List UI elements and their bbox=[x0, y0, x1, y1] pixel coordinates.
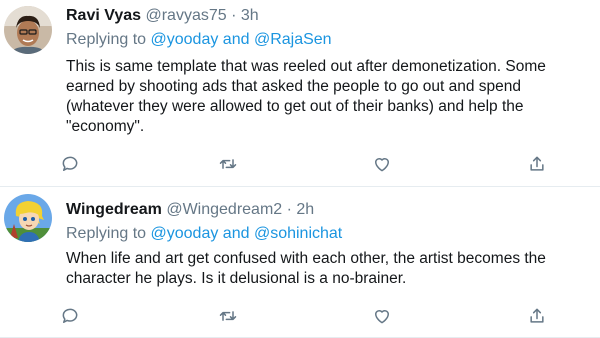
like-button[interactable] bbox=[370, 304, 394, 328]
tweet-text-line: "economy". bbox=[66, 118, 145, 135]
replying-to: Replying to @yooday and @RajaSen bbox=[66, 30, 332, 50]
share-icon bbox=[530, 156, 544, 171]
heart-icon bbox=[375, 158, 389, 172]
tweet[interactable]: Wingedream @Wingedream2 · 2h Replying to… bbox=[0, 186, 600, 338]
author-handle[interactable]: @ravyas75 bbox=[145, 7, 226, 24]
author-name[interactable]: Ravi Vyas bbox=[66, 7, 141, 24]
replying-to: Replying to @yooday and @sohinichat bbox=[66, 224, 342, 244]
separator: · bbox=[231, 7, 237, 24]
like-button[interactable] bbox=[370, 152, 394, 176]
replying-to-label: Replying to bbox=[66, 31, 147, 48]
reply-button[interactable] bbox=[58, 304, 82, 328]
avatar[interactable] bbox=[4, 194, 52, 242]
reply-icon bbox=[62, 308, 78, 323]
replying-to-label: Replying to bbox=[66, 225, 147, 242]
tweet-text: This is same template that was reeled ou… bbox=[66, 57, 600, 137]
share-icon bbox=[530, 308, 544, 323]
retweet-button[interactable] bbox=[216, 152, 240, 176]
tweet-text-line: character he plays. Is it delusional is … bbox=[66, 270, 407, 287]
retweet-icon bbox=[219, 311, 237, 321]
share-button[interactable] bbox=[525, 304, 549, 328]
mention-link[interactable]: @yooday bbox=[151, 31, 219, 48]
tweet-text: When life and art get confused with each… bbox=[66, 249, 600, 289]
avatar[interactable] bbox=[4, 6, 52, 54]
replying-to-and[interactable]: and bbox=[223, 225, 250, 242]
reply-button[interactable] bbox=[58, 152, 82, 176]
avatar-photo bbox=[4, 6, 52, 54]
heart-icon bbox=[375, 310, 389, 324]
timestamp[interactable]: 3h bbox=[241, 7, 259, 24]
share-button[interactable] bbox=[525, 152, 549, 176]
replying-to-and[interactable]: and bbox=[223, 31, 250, 48]
tweet-text-line: When life and art get confused with each… bbox=[66, 250, 546, 267]
mention-link[interactable]: @RajaSen bbox=[254, 31, 332, 48]
tweet-text-line: earned by shooting ads that asked the pe… bbox=[66, 78, 522, 95]
author-name[interactable]: Wingedream bbox=[66, 201, 162, 218]
author-handle[interactable]: @Wingedream2 bbox=[166, 201, 282, 218]
mention-link[interactable]: @sohinichat bbox=[254, 225, 342, 242]
tweet-header: Ravi Vyas @ravyas75 · 3h bbox=[66, 6, 259, 26]
retweet-icon bbox=[219, 159, 237, 169]
tweet[interactable]: Ravi Vyas @ravyas75 · 3h Replying to @yo… bbox=[0, 0, 600, 186]
avatar-cartoon bbox=[4, 194, 52, 242]
tweet-text-line: This is same template that was reeled ou… bbox=[66, 58, 546, 75]
reply-icon bbox=[62, 156, 78, 171]
retweet-button[interactable] bbox=[216, 304, 240, 328]
tweet-text-line: (whatever they were allowed to get out o… bbox=[66, 98, 524, 115]
tweet-header: Wingedream @Wingedream2 · 2h bbox=[66, 200, 314, 220]
separator: · bbox=[286, 201, 292, 218]
mention-link[interactable]: @yooday bbox=[151, 225, 219, 242]
timestamp[interactable]: 2h bbox=[296, 201, 314, 218]
